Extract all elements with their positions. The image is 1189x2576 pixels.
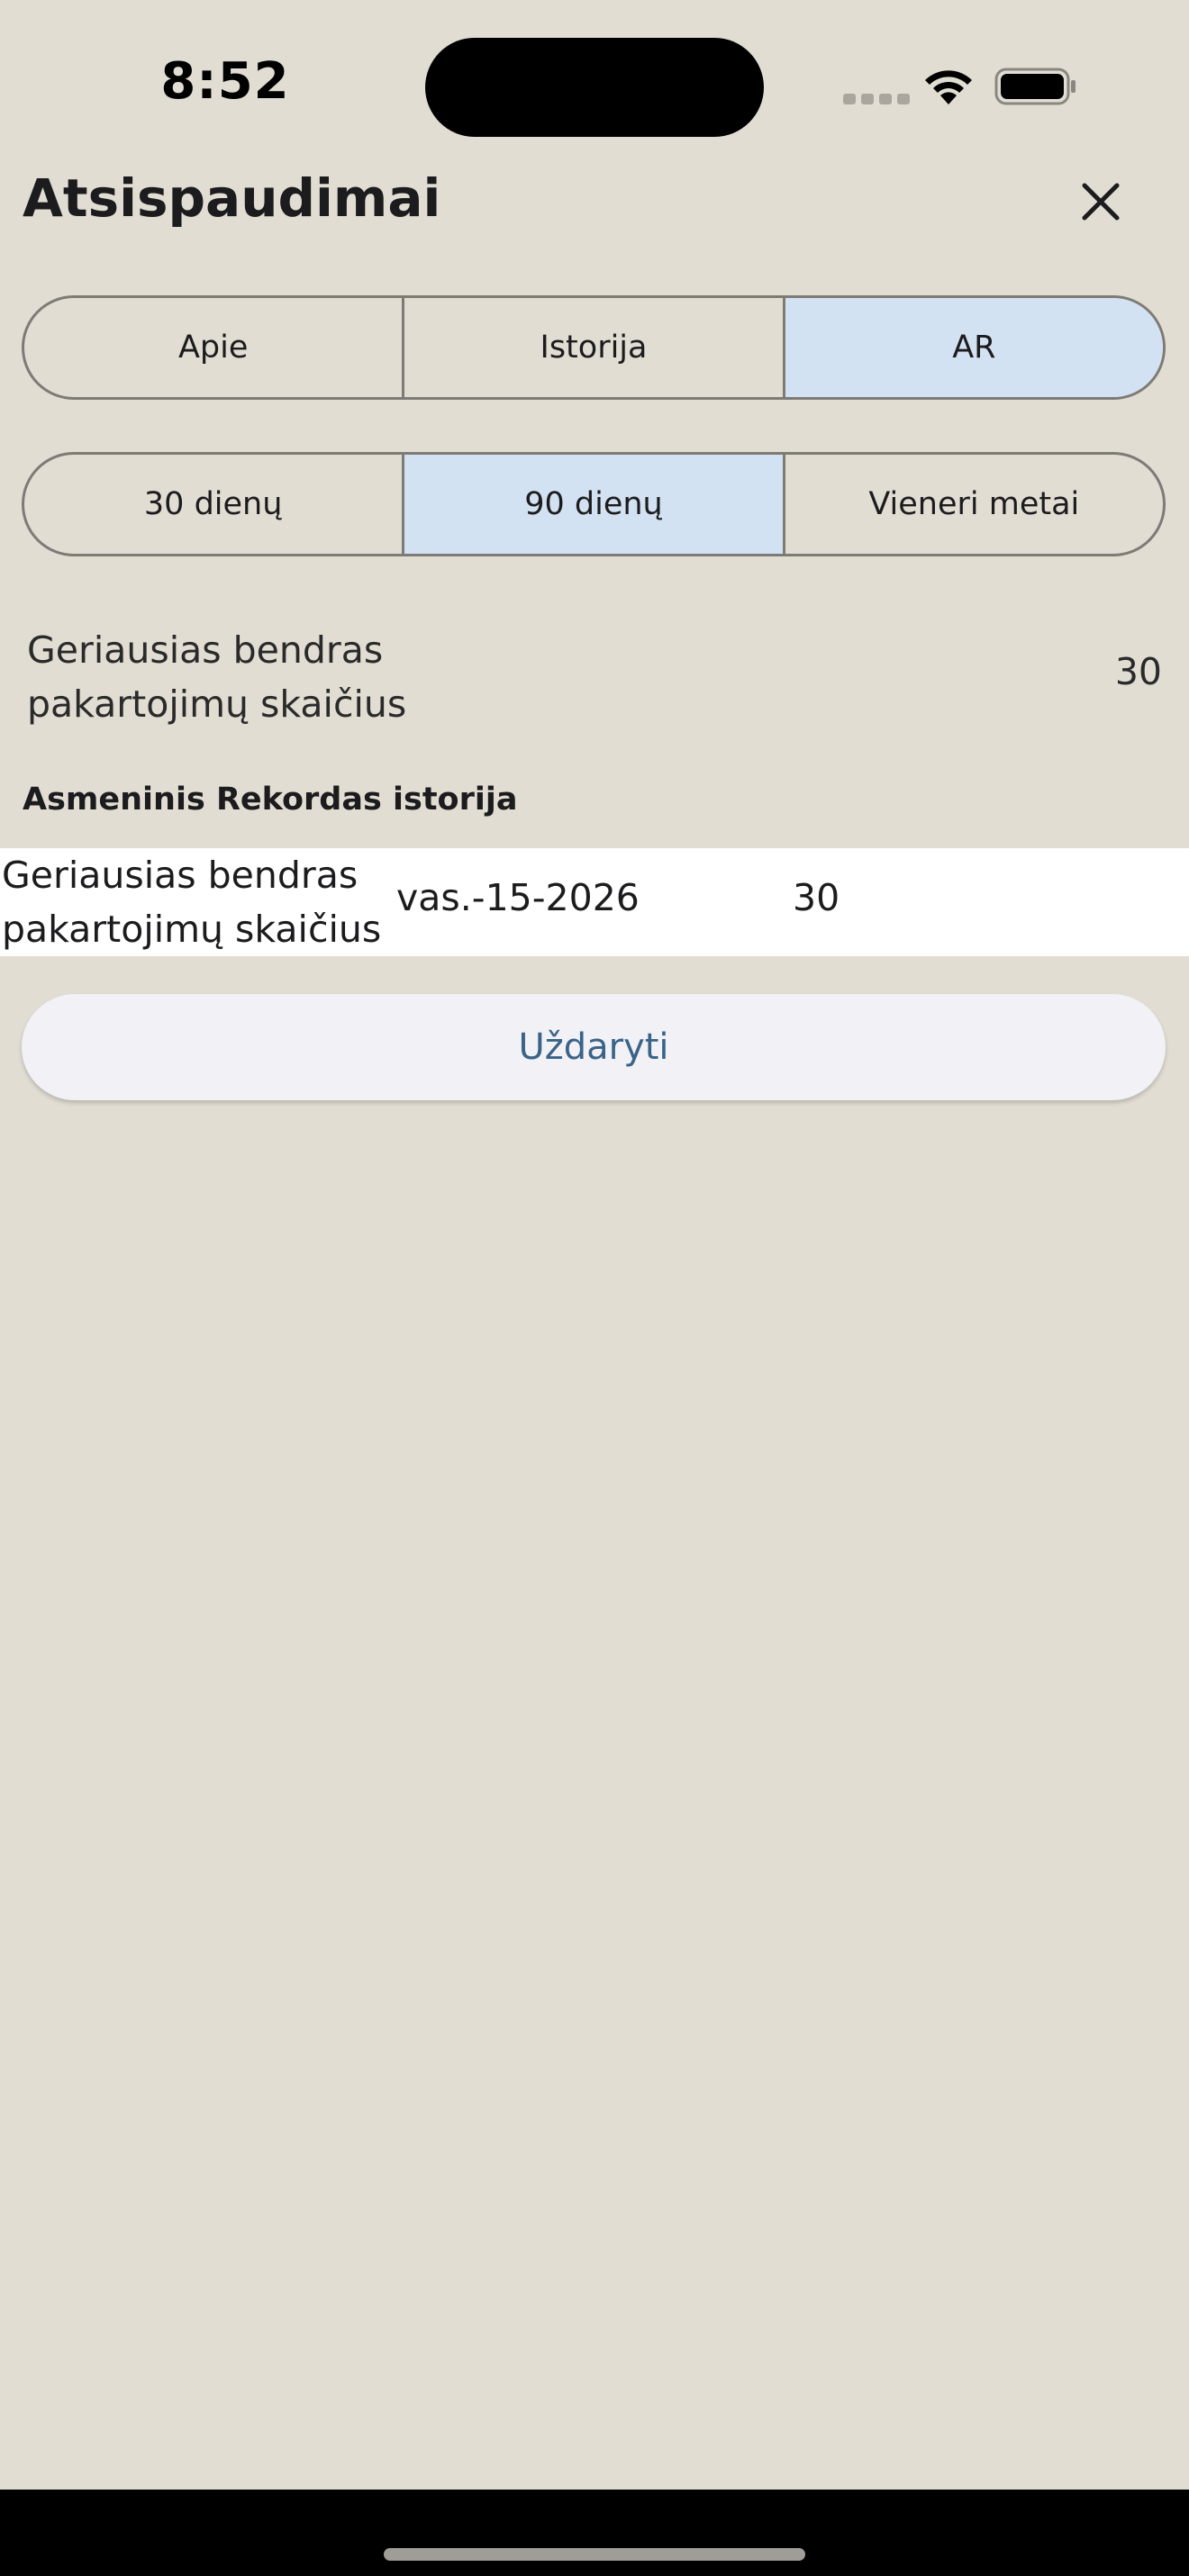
history-section-title: Asmeninis Rekordas istorija [23, 782, 518, 818]
status-bar: 8:52 [0, 0, 1189, 171]
best-record-row: Geriausias bendras pakartojimų skaičius … [27, 623, 1162, 740]
table-row: Geriausias bendras pakartojimų skaičius … [0, 848, 1189, 956]
tab-istorija[interactable]: Istorija [404, 298, 785, 397]
page-title: Atsispaudimai [23, 167, 441, 229]
close-icon [1082, 183, 1120, 221]
history-row-value: 30 [793, 876, 840, 919]
cellular-signal-icon [843, 94, 910, 104]
period-selector: 30 dienų 90 dienų Vieneri metai [22, 452, 1166, 556]
tab-ar[interactable]: AR [785, 298, 1163, 397]
best-record-label: Geriausias bendras pakartojimų skaičius [27, 628, 407, 726]
period-90-days[interactable]: 90 dienų [404, 455, 785, 554]
battery-icon [994, 68, 1076, 105]
tab-bar: Apie Istorija AR [22, 295, 1166, 400]
dismiss-button[interactable]: Uždaryti [22, 994, 1166, 1100]
dynamic-island [425, 38, 764, 137]
wifi-icon [925, 70, 972, 104]
history-row-label: Geriausias bendras pakartojimų skaičius [2, 854, 382, 951]
best-record-value: 30 [1114, 650, 1162, 693]
home-indicator[interactable] [384, 2548, 805, 2561]
history-row-date: vas.-15-2026 [396, 876, 640, 919]
bottom-bar [0, 2490, 1189, 2576]
close-button[interactable] [1065, 166, 1137, 238]
tab-apie[interactable]: Apie [24, 298, 405, 397]
period-one-year[interactable]: Vieneri metai [785, 455, 1163, 554]
period-30-days[interactable]: 30 dienų [24, 455, 405, 554]
status-time: 8:52 [160, 52, 290, 111]
